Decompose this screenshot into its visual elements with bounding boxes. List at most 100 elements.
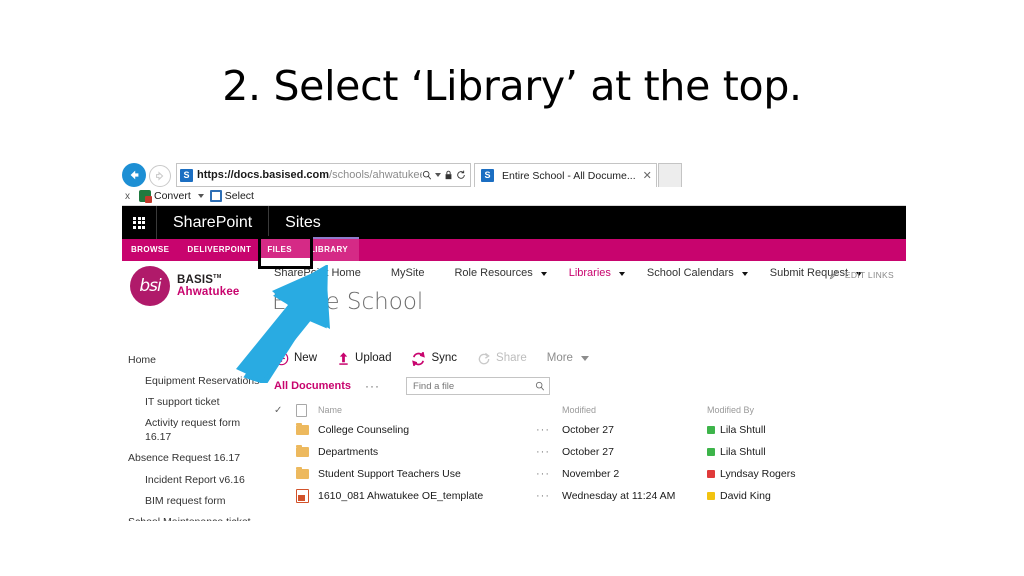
modified-by-name[interactable]: Lila Shtull <box>720 424 766 436</box>
edit-links-button[interactable]: EDIT LINKS <box>829 269 894 280</box>
quicklaunch-item-activity-request-form[interactable]: Activity request form 16.17 <box>128 413 250 448</box>
select-label: Select <box>224 190 254 202</box>
modified-by-name[interactable]: David King <box>720 490 771 502</box>
chevron-down-icon[interactable] <box>741 272 748 276</box>
forward-button[interactable] <box>149 165 171 187</box>
logo-mark: bsi <box>139 276 161 296</box>
chevron-down-icon[interactable] <box>540 272 547 276</box>
column-header-modified[interactable]: Modified <box>562 405 707 415</box>
quicklaunch-item-home[interactable]: Home <box>128 349 278 370</box>
file-name[interactable]: Student Support Teachers Use <box>318 468 536 480</box>
convert-label: Convert <box>154 190 191 202</box>
suite-brand-sharepoint[interactable]: SharePoint <box>157 206 270 239</box>
row-ellipsis-button[interactable]: ··· <box>536 425 562 436</box>
type-column-header[interactable] <box>296 403 318 417</box>
app-launcher-button[interactable] <box>122 206 157 239</box>
chevron-down-icon[interactable] <box>618 272 625 276</box>
ribbon-tab-deliverpoint[interactable]: DELIVERPOINT <box>178 239 260 261</box>
file-name[interactable]: Departments <box>318 446 536 458</box>
top-navigation: SharePoint Home MySite Role Resources Li… <box>274 267 884 279</box>
file-modified: Wednesday at 11:24 AM <box>562 490 676 502</box>
chevron-down-icon[interactable] <box>197 194 204 198</box>
select-button[interactable]: Select <box>209 190 254 202</box>
view-selector-row: All Documents ··· <box>274 377 551 395</box>
table-row[interactable]: Student Support Teachers Use ··· Novembe… <box>274 463 898 485</box>
address-bar-icons <box>422 170 466 180</box>
sharepoint-favicon: S <box>180 168 193 182</box>
table-row[interactable]: Departments ··· October 27 Lila Shtull <box>274 441 898 463</box>
upload-button[interactable]: Upload <box>337 351 391 366</box>
table-row[interactable]: College Counseling ··· October 27 Lila S… <box>274 419 898 441</box>
convert-button[interactable]: Convert <box>139 190 204 203</box>
sync-button[interactable]: Sync <box>411 351 458 366</box>
powerpoint-icon <box>296 489 318 503</box>
quicklaunch-item-school-maintenance-ticket[interactable]: School Maintenance ticket <box>128 511 278 521</box>
url-host: basised.com <box>262 169 330 181</box>
current-view-label[interactable]: All Documents <box>274 380 351 392</box>
file-name[interactable]: 1610_081 Ahwatukee OE_template <box>318 490 536 502</box>
modified-by-name[interactable]: Lila Shtull <box>720 446 766 458</box>
file-modified-by: Lila Shtull <box>707 446 766 458</box>
modified-by-name[interactable]: Lyndsay Rogers <box>720 468 795 480</box>
share-button: Share <box>477 352 527 366</box>
chevron-down-icon[interactable] <box>435 173 441 177</box>
column-header-modified-by[interactable]: Modified By <box>707 405 754 415</box>
topnav-item-libraries[interactable]: Libraries <box>569 267 619 279</box>
quicklaunch-item-absence-request[interactable]: Absence Request 16.17 <box>128 448 278 469</box>
presence-indicator <box>707 470 715 478</box>
browser-tab-active[interactable]: S Entire School - All Docume... ✕ <box>474 163 657 187</box>
column-header-name[interactable]: Name <box>318 405 536 415</box>
topnav-item-mysite[interactable]: MySite <box>391 267 433 279</box>
site-logo[interactable]: bsi BASISTM Ahwatukee <box>130 266 240 306</box>
topnav-item-role-resources[interactable]: Role Resources <box>454 267 540 279</box>
file-modified: October 27 <box>562 446 614 458</box>
quicklaunch-item-it-support-ticket[interactable]: IT support ticket <box>128 391 278 412</box>
address-bar[interactable]: S https://docs.basised.com/schools/ahwat… <box>176 163 471 187</box>
presence-indicator <box>707 492 715 500</box>
forward-arrow-icon <box>156 171 164 181</box>
quicklaunch-item-incident-report[interactable]: Incident Report v6.16 <box>128 469 278 490</box>
pencil-icon <box>829 270 839 280</box>
suite-link-sites[interactable]: Sites <box>269 206 337 239</box>
chevron-down-icon <box>580 356 589 361</box>
document-list: ✓ Name Modified Modified By College Coun… <box>274 401 898 507</box>
folder-icon <box>296 444 318 457</box>
more-label: More <box>546 351 573 364</box>
browser-tabstrip: S Entire School - All Docume... ✕ <box>474 163 682 187</box>
new-button[interactable]: New <box>274 351 317 366</box>
search-icon[interactable] <box>535 381 545 391</box>
addin-command-bar: x Convert Select <box>122 187 906 206</box>
folder-icon <box>296 422 318 435</box>
search-icon[interactable] <box>422 170 432 180</box>
row-ellipsis-button[interactable]: ··· <box>536 447 562 458</box>
logo-wordmark: BASISTM Ahwatukee <box>177 274 240 298</box>
file-name[interactable]: College Counseling <box>318 424 536 436</box>
view-ellipsis-button[interactable]: ··· <box>365 380 380 392</box>
ribbon-tab-browse[interactable]: BROWSE <box>122 239 178 261</box>
select-all-checkmark-icon[interactable]: ✓ <box>274 405 296 416</box>
more-button[interactable]: More <box>546 351 589 365</box>
table-row[interactable]: 1610_081 Ahwatukee OE_template ··· Wedne… <box>274 485 898 507</box>
file-modified-by: David King <box>707 490 771 502</box>
quicklaunch-item-bim-request-form[interactable]: BIM request form <box>128 490 278 511</box>
quicklaunch-item-equipment-reservations[interactable]: Equipment Reservations <box>128 370 278 391</box>
new-tab-button[interactable] <box>657 163 682 187</box>
row-ellipsis-button[interactable]: ··· <box>536 469 562 480</box>
sync-label: Sync <box>431 351 458 364</box>
find-a-file-box[interactable] <box>406 377 551 395</box>
close-icon[interactable]: ✕ <box>643 169 652 182</box>
file-modified-by: Lyndsay Rogers <box>707 468 795 480</box>
presence-indicator <box>707 448 715 456</box>
url-scheme: https:// <box>197 169 234 181</box>
refresh-icon[interactable] <box>456 170 466 180</box>
back-button[interactable] <box>122 163 146 187</box>
app-launcher-icon <box>133 216 145 229</box>
addin-close-button[interactable]: x <box>125 191 133 202</box>
url-path: /schools/ahwatukee/_layc <box>329 169 422 181</box>
logo-circle: bsi <box>130 266 170 306</box>
topnav-item-school-calendars[interactable]: School Calendars <box>647 267 742 279</box>
logo-trademark: TM <box>213 274 222 281</box>
row-ellipsis-button[interactable]: ··· <box>536 491 562 502</box>
search-input[interactable] <box>411 379 524 393</box>
share-icon <box>478 352 490 364</box>
